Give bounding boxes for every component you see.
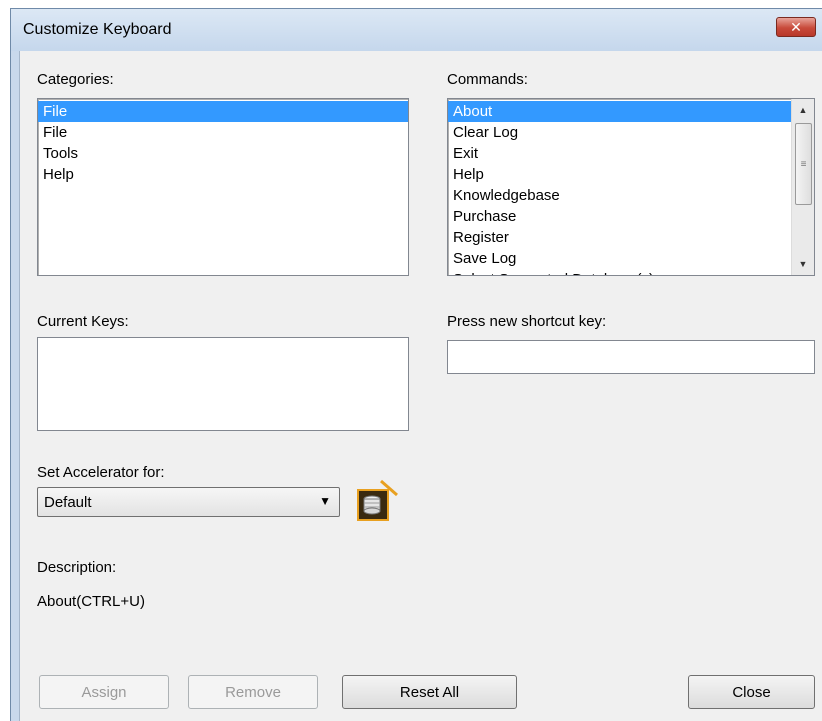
- commands-item[interactable]: Select Supported Database(s): [448, 269, 792, 275]
- reset-all-button-label: Reset All: [399, 683, 460, 701]
- database-icon-button[interactable]: [357, 479, 398, 521]
- scroll-thumb[interactable]: ≡: [795, 123, 812, 205]
- assign-button[interactable]: Assign: [39, 675, 169, 709]
- commands-scrollbar[interactable]: ▲ ≡ ▼: [791, 99, 814, 275]
- scroll-down-arrow-icon[interactable]: ▼: [792, 253, 814, 275]
- commands-item[interactable]: Help: [448, 164, 792, 185]
- press-new-shortcut-label: Press new shortcut key:: [447, 313, 607, 330]
- current-keys-label: Current Keys:: [37, 313, 129, 330]
- chevron-down-icon: ▼: [319, 494, 331, 508]
- categories-list-items: File File Tools Help: [38, 101, 408, 185]
- window-title: Customize Keyboard: [23, 21, 172, 38]
- close-button[interactable]: Close: [688, 675, 815, 709]
- set-accelerator-label: Set Accelerator for:: [37, 464, 165, 481]
- new-shortcut-input[interactable]: [447, 340, 815, 374]
- commands-item[interactable]: Exit: [448, 143, 792, 164]
- commands-listbox[interactable]: About Clear Log Exit Help Knowledgebase Purch…: [447, 98, 815, 276]
- accelerator-selected: Default: [44, 494, 92, 511]
- commands-item[interactable]: Save Log: [448, 248, 792, 269]
- categories-listbox[interactable]: File File Tools Help: [37, 98, 409, 276]
- commands-label: Commands:: [447, 71, 528, 88]
- categories-item[interactable]: Help: [38, 164, 408, 185]
- description-label: Description:: [37, 559, 117, 576]
- dialog-body: Categories: File File Tools Help Commands: …: [19, 51, 822, 721]
- categories-label: Categories:: [37, 71, 114, 88]
- categories-item[interactable]: File: [38, 122, 408, 143]
- close-icon: ✕: [790, 18, 802, 35]
- current-keys-box[interactable]: [37, 337, 409, 431]
- remove-button-label: Remove: [225, 683, 281, 701]
- remove-button[interactable]: Remove: [188, 675, 318, 709]
- commands-item[interactable]: Clear Log: [448, 122, 792, 143]
- close-button-label: Close: [732, 683, 771, 701]
- commands-item[interactable]: About: [448, 101, 792, 122]
- customize-keyboard-dialog: Customize Keyboard ✕ Categories: File Fil…: [10, 8, 822, 721]
- assign-button-label: Assign: [81, 683, 127, 701]
- description-text: About(CTRL+U): [37, 593, 145, 610]
- pointer-arrow-icon: [380, 479, 398, 497]
- commands-item[interactable]: Knowledgebase: [448, 185, 792, 206]
- scroll-up-arrow-icon[interactable]: ▲: [792, 99, 814, 121]
- title-bar[interactable]: Customize Keyboard ✕: [11, 9, 822, 51]
- reset-all-button[interactable]: Reset All: [342, 675, 517, 709]
- window-close-button[interactable]: ✕: [776, 17, 816, 37]
- accelerator-dropdown[interactable]: Default ▼: [37, 487, 340, 517]
- commands-item[interactable]: Register: [448, 227, 792, 248]
- commands-list-items: About Clear Log Exit Help Knowledgebase Purch…: [448, 101, 792, 275]
- categories-item[interactable]: File: [38, 101, 408, 122]
- categories-item[interactable]: Tools: [38, 143, 408, 164]
- commands-item[interactable]: Purchase: [448, 206, 792, 227]
